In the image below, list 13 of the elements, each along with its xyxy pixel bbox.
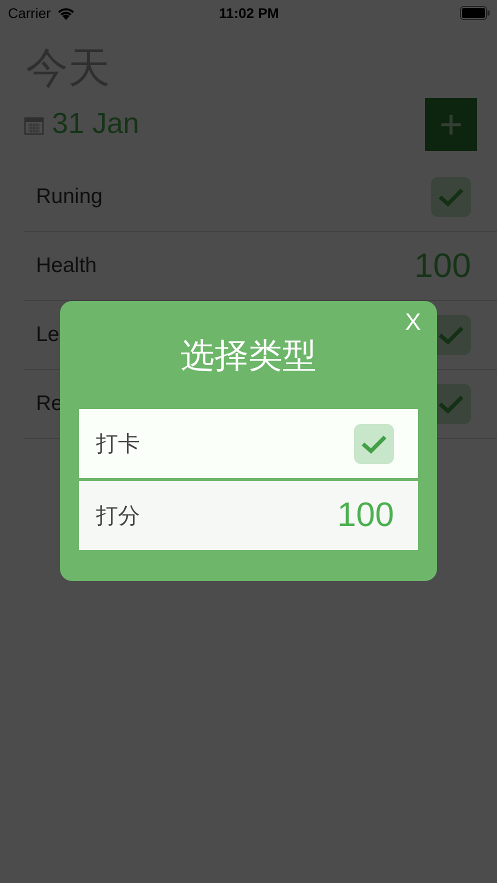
option-label: 打卡 <box>96 430 141 458</box>
type-option[interactable]: 打分 100 <box>79 481 418 550</box>
task-name: Le <box>36 323 60 347</box>
carrier-label: Carrier <box>8 5 51 21</box>
option-label: 打分 <box>96 502 141 530</box>
status-time: 11:02 PM <box>218 5 280 21</box>
checkbox[interactable] <box>354 424 394 464</box>
check-icon <box>361 434 387 454</box>
task-name: Runing <box>36 185 103 209</box>
dialog-title: 选择类型 <box>180 335 318 378</box>
score-value: 100 <box>337 496 394 535</box>
task-name: Health <box>36 254 97 278</box>
type-option[interactable]: 打卡 <box>79 409 418 478</box>
